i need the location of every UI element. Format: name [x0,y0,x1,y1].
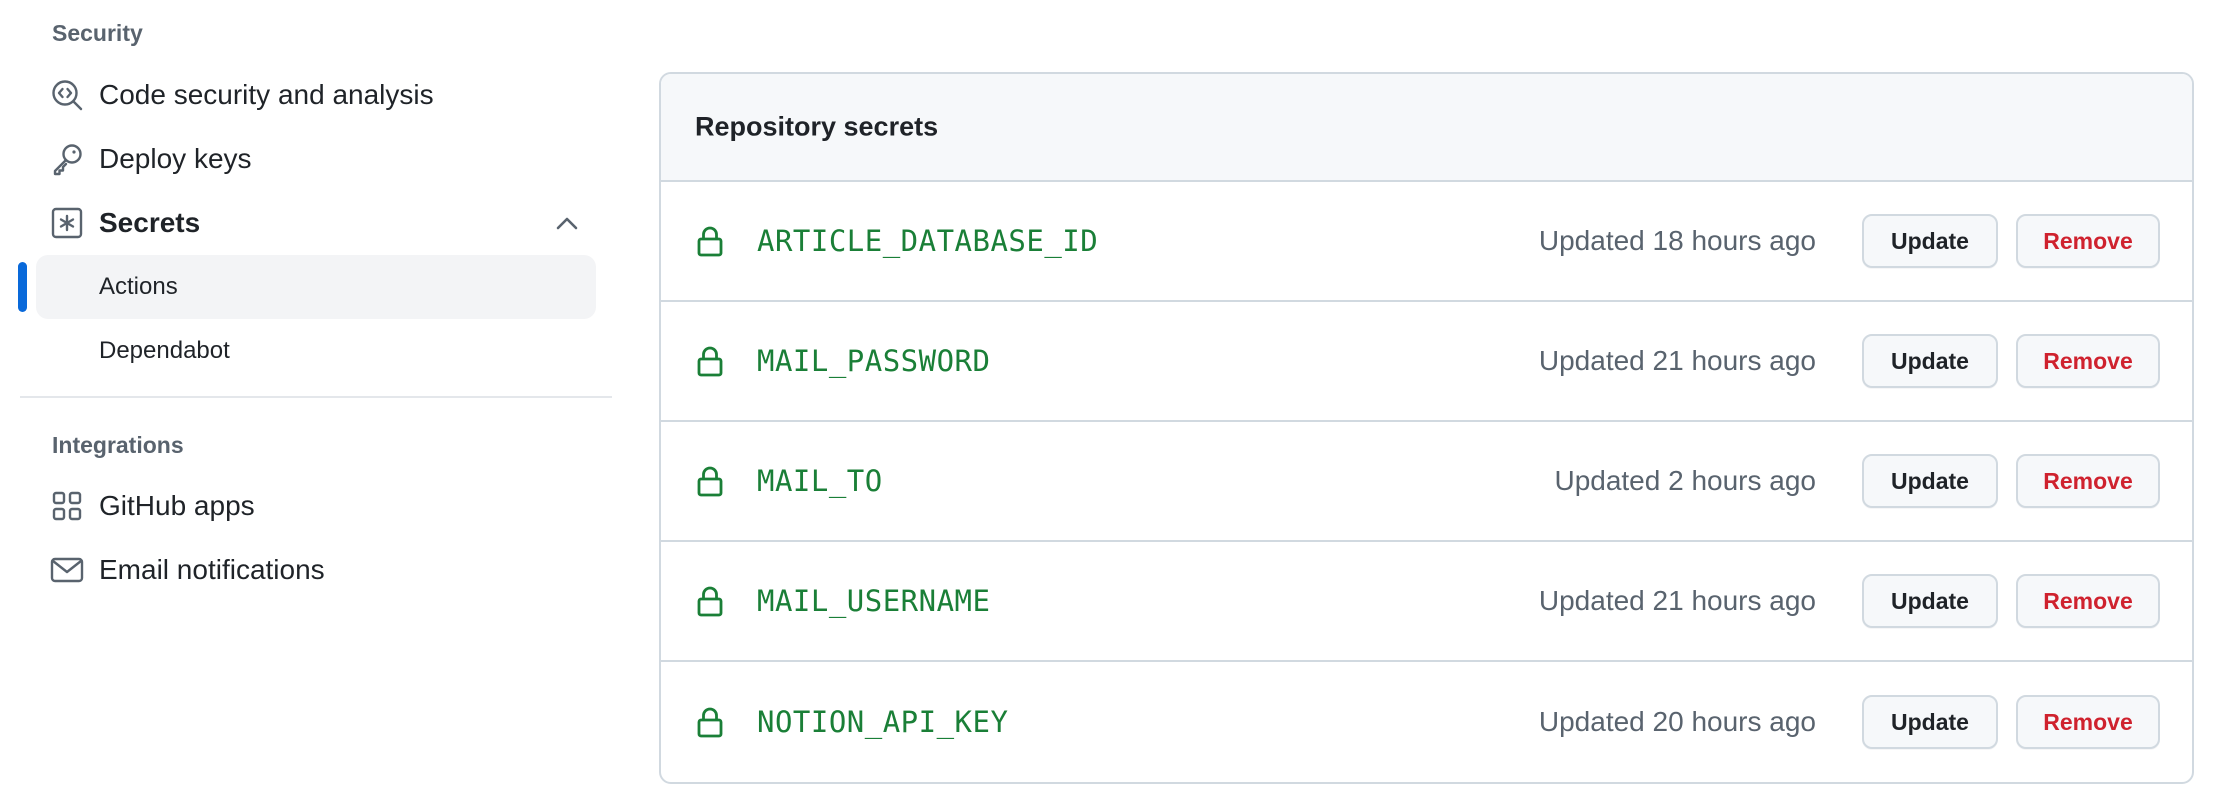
sidebar-item-dependabot[interactable]: Dependabot [36,319,596,383]
sidebar-item-label: Secrets [99,207,201,238]
sidebar-item-label: Actions [99,273,178,300]
lock-icon [695,224,725,258]
sidebar-item-secrets[interactable]: Secrets [36,192,596,254]
secret-updated-time: Updated 21 hours ago [1538,585,1816,616]
mail-icon [50,553,84,587]
codescan-icon [50,78,84,112]
chevron-up-icon[interactable] [552,208,582,238]
remove-secret-button[interactable]: Remove [2016,574,2160,628]
update-secret-button[interactable]: Update [1862,334,1998,388]
asterisk-icon [50,206,84,240]
update-secret-button[interactable]: Update [1862,695,1998,749]
sidebar-item-label: Email notifications [99,554,325,585]
secret-row: NOTION_API_KEY Updated 20 hours ago Upda… [661,662,2192,782]
update-secret-button[interactable]: Update [1862,454,1998,508]
repository-secrets-box: Repository secrets ARTICLE_DATABASE_ID U… [659,72,2194,784]
secret-updated-time: Updated 18 hours ago [1538,225,1816,256]
sidebar-item-label: Dependabot [99,337,230,364]
remove-secret-button[interactable]: Remove [2016,454,2160,508]
lock-icon [695,584,725,618]
secret-name: MAIL_TO [757,464,883,498]
sidebar-item-deploy-keys[interactable]: Deploy keys [36,128,596,190]
secret-updated-time: Updated 21 hours ago [1538,345,1816,376]
integrations-section-heading: Integrations [52,432,184,458]
active-item-indicator [18,262,27,312]
secret-row: MAIL_USERNAME Updated 21 hours ago Updat… [661,542,2192,662]
sidebar-item-label: Code security and analysis [99,79,434,110]
secret-name: MAIL_PASSWORD [757,344,991,378]
secret-name: NOTION_API_KEY [757,705,1009,739]
sidebar-item-email-notifications[interactable]: Email notifications [36,539,596,601]
apps-icon [50,489,84,523]
settings-page: Security Code security and analysis Depl… [0,0,2214,802]
sidebar-item-code-security[interactable]: Code security and analysis [36,64,596,126]
secret-name: ARTICLE_DATABASE_ID [757,224,1099,258]
secret-row: ARTICLE_DATABASE_ID Updated 18 hours ago… [661,182,2192,302]
secret-updated-time: Updated 2 hours ago [1554,465,1816,496]
lock-icon [695,705,725,739]
secret-updated-time: Updated 20 hours ago [1538,706,1816,737]
secret-row: MAIL_PASSWORD Updated 21 hours ago Updat… [661,302,2192,422]
lock-icon [695,344,725,378]
remove-secret-button[interactable]: Remove [2016,695,2160,749]
sidebar-divider [20,396,612,398]
key-icon [50,142,84,176]
settings-sidebar: Security Code security and analysis Depl… [0,0,620,802]
security-section-heading: Security [52,20,143,46]
lock-icon [695,464,725,498]
secret-name: MAIL_USERNAME [757,584,991,618]
update-secret-button[interactable]: Update [1862,214,1998,268]
sidebar-item-github-apps[interactable]: GitHub apps [36,475,596,537]
box-header: Repository secrets [661,74,2192,182]
sidebar-item-label: Deploy keys [99,143,252,174]
box-title: Repository secrets [695,111,939,142]
remove-secret-button[interactable]: Remove [2016,334,2160,388]
sidebar-item-actions[interactable]: Actions [36,255,596,319]
update-secret-button[interactable]: Update [1862,574,1998,628]
sidebar-item-label: GitHub apps [99,490,255,521]
secret-row: MAIL_TO Updated 2 hours ago Update Remov… [661,422,2192,542]
remove-secret-button[interactable]: Remove [2016,214,2160,268]
